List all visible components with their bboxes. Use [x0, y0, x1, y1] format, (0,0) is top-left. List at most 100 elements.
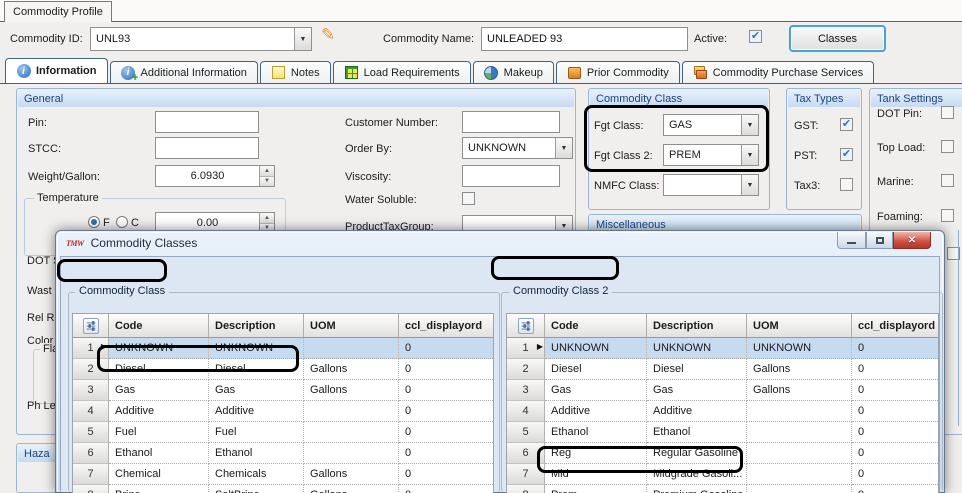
row-number[interactable]: 6 [73, 443, 109, 464]
active-checkbox[interactable] [749, 30, 762, 43]
tab-information[interactable]: i Information [5, 58, 108, 83]
column-header[interactable]: Description [209, 314, 304, 338]
dialog-titlebar[interactable]: TMW Commodity Classes [66, 236, 197, 250]
tax3-checkbox[interactable] [840, 178, 853, 191]
row-number[interactable]: 7 [507, 464, 545, 485]
chevron-down-icon[interactable]: ▼ [741, 115, 758, 135]
grid-cell[interactable] [747, 401, 852, 422]
tab-notes[interactable]: Notes [260, 61, 331, 83]
grid-cell[interactable]: 0 [399, 422, 494, 443]
grid-cell[interactable]: Chemical [109, 464, 209, 485]
grid-cell[interactable]: 0 [399, 338, 494, 359]
grid-cell[interactable]: Fuel [209, 422, 304, 443]
table-row[interactable]: 8PremPremium Gasoline0 [507, 485, 938, 493]
table-row[interactable]: 2DieselDieselGallons0 [507, 359, 938, 380]
grid-cell[interactable]: 0 [399, 359, 494, 380]
spin-up-icon[interactable]: ▲ [260, 166, 274, 177]
table-row[interactable]: 4AdditiveAdditive0 [507, 401, 938, 422]
grid-cell[interactable]: Gallons [304, 380, 399, 401]
viscosity-input[interactable] [463, 166, 559, 186]
grid-cell[interactable]: 0 [852, 380, 939, 401]
row-number[interactable]: 8 [73, 485, 109, 493]
water-soluble-checkbox[interactable] [462, 192, 475, 205]
edit-pencil-icon[interactable]: ✎ [321, 25, 335, 45]
grid-cell[interactable]: Additive [545, 401, 647, 422]
row-number[interactable]: 2 [73, 359, 109, 380]
row-number[interactable]: 7 [73, 464, 109, 485]
grid-cell[interactable]: Diesel [545, 359, 647, 380]
grid-cell[interactable]: UNKNOWN [647, 338, 747, 359]
row-number[interactable]: 1▶ [73, 338, 109, 359]
grid-cell[interactable] [304, 338, 399, 359]
grid-cell[interactable] [304, 401, 399, 422]
pst-checkbox[interactable] [840, 148, 853, 161]
row-number[interactable]: 4 [73, 401, 109, 422]
column-header[interactable]: ccl_displayord [852, 314, 939, 338]
grid-cell[interactable]: SaltBrine [209, 485, 304, 493]
commodity-class2-grid[interactable]: CodeDescriptionUOMccl_displayord1▶UNKNOW… [506, 313, 939, 493]
top-load-checkbox[interactable] [941, 140, 954, 153]
grid-cell[interactable]: 0 [852, 401, 939, 422]
grid-cell[interactable]: UNKNOWN [545, 338, 647, 359]
commodity-profile-tab[interactable]: Commodity Profile [4, 1, 112, 22]
row-number[interactable]: 3 [507, 380, 545, 401]
row-number[interactable]: 2 [507, 359, 545, 380]
grid-cell[interactable] [747, 464, 852, 485]
fgt-class2-combo[interactable]: PREM ▼ [663, 144, 759, 166]
table-row[interactable]: 7ChemicalChemicalsGallons0 [73, 464, 493, 485]
gst-checkbox[interactable] [840, 118, 853, 131]
chevron-down-icon[interactable]: ▼ [741, 145, 758, 165]
weight-gallon-spinner[interactable]: 6.0930 ▲▼ [155, 165, 275, 187]
grid-cell[interactable]: Additive [647, 401, 747, 422]
grid-cell[interactable]: 0 [852, 338, 939, 359]
grid-cell[interactable]: Ethanol [545, 422, 647, 443]
grid-cell[interactable]: Gallons [304, 359, 399, 380]
grid-cell[interactable]: Mid [545, 464, 647, 485]
row-number[interactable]: 4 [507, 401, 545, 422]
foaming-checkbox[interactable] [941, 209, 954, 222]
column-customize-icon[interactable] [507, 314, 545, 338]
grid-cell[interactable]: 0 [852, 443, 939, 464]
customer-number-input[interactable] [463, 112, 559, 132]
chevron-down-icon[interactable]: ▼ [741, 175, 758, 195]
grid-cell[interactable]: Midgrade Gasoli... [647, 464, 747, 485]
grid-cell[interactable]: UNKNOWN [747, 338, 852, 359]
grid-cell[interactable]: Gallons [747, 359, 852, 380]
nmfc-class-combo[interactable]: ▼ [663, 174, 759, 196]
grid-cell[interactable]: Gas [209, 380, 304, 401]
spin-down-icon[interactable]: ▼ [260, 177, 274, 187]
column-header[interactable]: Description [647, 314, 747, 338]
table-row[interactable]: 6EthanolEthanol0 [73, 443, 493, 464]
grid-cell[interactable]: 0 [852, 464, 939, 485]
grid-cell[interactable]: Additive [209, 401, 304, 422]
grid-cell[interactable]: Diesel [209, 359, 304, 380]
grid-cell[interactable]: Gas [647, 380, 747, 401]
table-row[interactable]: 7MidMidgrade Gasoli... 0 [507, 464, 938, 485]
grid-cell[interactable]: 0 [852, 422, 939, 443]
row-number[interactable]: 5 [73, 422, 109, 443]
tab-commodity-purchase-services[interactable]: Commodity Purchase Services [682, 61, 874, 83]
tab-load-requirements[interactable]: Load Requirements [333, 61, 471, 83]
grid-cell[interactable] [304, 422, 399, 443]
fahrenheit-radio[interactable] [88, 216, 100, 228]
grid-cell[interactable]: Fuel [109, 422, 209, 443]
table-row[interactable]: 3GasGasGallons0 [507, 380, 938, 401]
chevron-down-icon[interactable]: ▼ [555, 138, 572, 158]
row-number[interactable]: 5 [507, 422, 545, 443]
commodity-class-grid[interactable]: CodeDescriptionUOMccl_displayord1▶UNKNOW… [72, 313, 494, 493]
grid-cell[interactable]: Gas [545, 380, 647, 401]
grid-cell[interactable]: 0 [399, 485, 494, 493]
row-number[interactable]: 1▶ [507, 338, 545, 359]
row-number[interactable]: 3 [73, 380, 109, 401]
row-number[interactable]: 8 [507, 485, 545, 493]
table-row[interactable]: 5EthanolEthanol0 [507, 422, 938, 443]
column-header[interactable]: UOM [747, 314, 852, 338]
grid-cell[interactable]: 0 [399, 464, 494, 485]
grid-cell[interactable] [747, 485, 852, 493]
grid-cell[interactable]: Ethanol [209, 443, 304, 464]
grid-cell[interactable]: Ethanol [109, 443, 209, 464]
spin-up-icon[interactable]: ▲ [260, 213, 274, 224]
order-by-combo[interactable]: UNKNOWN ▼ [462, 137, 573, 159]
grid-cell[interactable] [747, 422, 852, 443]
grid-cell[interactable]: 0 [852, 485, 939, 493]
